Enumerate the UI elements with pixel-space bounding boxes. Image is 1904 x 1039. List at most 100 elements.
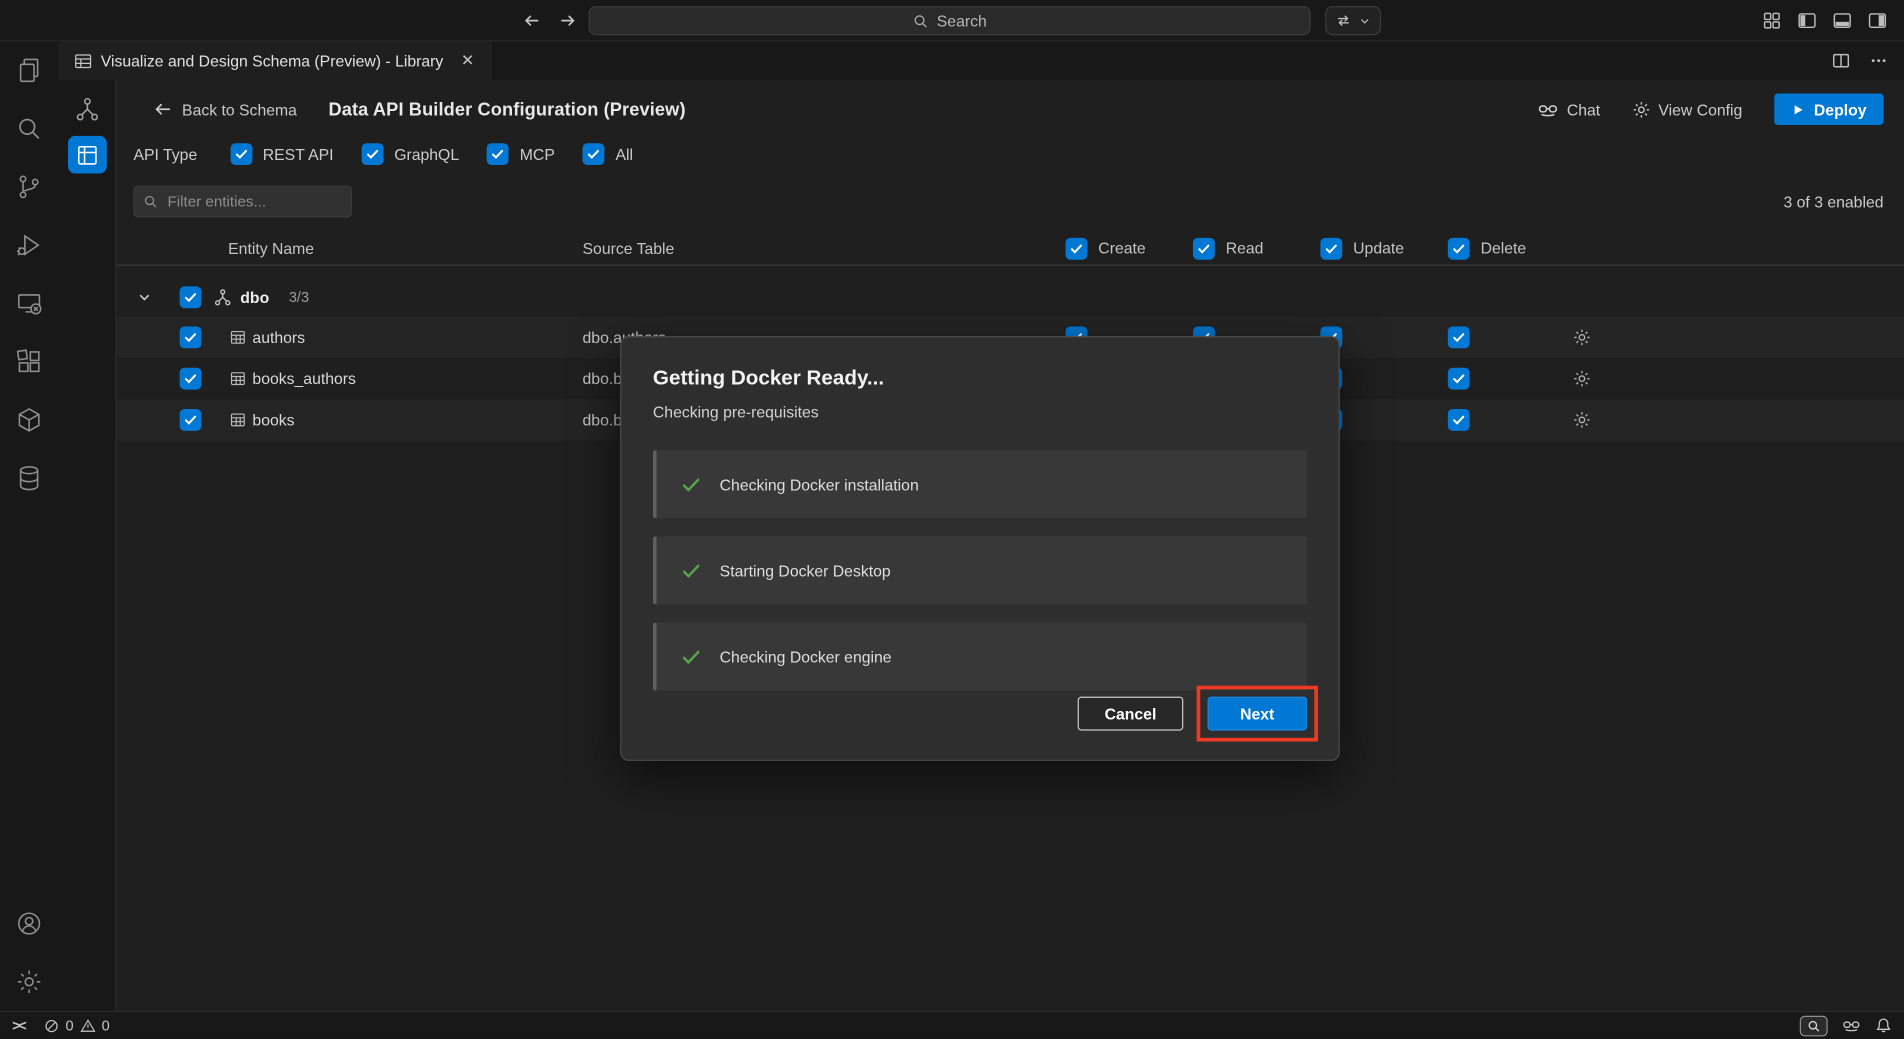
delete-column-label: Delete [1481,239,1527,257]
back-arrow-icon[interactable] [522,11,541,30]
step-docker-installation: Checking Docker installation [653,450,1307,518]
view-config-label: View Config [1658,100,1742,118]
notifications-bell-icon[interactable] [1875,1017,1892,1034]
update-column-checkbox[interactable] [1320,237,1342,259]
more-actions-icon[interactable] [1869,51,1888,70]
group-count: 3/3 [289,289,309,306]
toggle-secondary-sidebar-icon[interactable] [1868,11,1887,30]
source-control-icon[interactable] [0,158,58,216]
entity-name-column-header: Entity Name [228,239,314,257]
search-icon [912,13,928,29]
delete-column-checkbox[interactable] [1448,237,1470,259]
dialog-buttons: Cancel Next [1078,686,1318,742]
api-option-all[interactable]: All [583,143,633,165]
containers-icon[interactable] [0,391,58,449]
chat-button[interactable]: Chat [1538,99,1600,120]
api-option-graphql[interactable]: GraphQL [361,143,459,165]
graphql-checkbox[interactable] [361,143,383,165]
api-option-rest[interactable]: REST API [230,143,334,165]
view-config-button[interactable]: View Config [1632,100,1743,118]
run-debug-icon[interactable] [0,216,58,274]
back-to-schema-link[interactable]: Back to Schema [153,100,297,119]
activity-bar-bottom [0,894,58,1011]
api-option-mcp[interactable]: MCP [487,143,555,165]
customize-layout-icon[interactable] [1762,11,1781,30]
schema-designer-icon[interactable] [67,90,106,128]
toggle-panel-icon[interactable] [1833,11,1852,30]
mcp-checkbox[interactable] [487,143,509,165]
table-grid-icon [229,370,246,387]
step-docker-engine: Checking Docker engine [653,623,1307,691]
step-label: Checking Docker installation [720,475,919,493]
api-type-label: API Type [133,145,197,163]
deploy-button[interactable]: Deploy [1774,93,1884,125]
warning-count: 0 [102,1017,110,1034]
settings-gear-icon[interactable] [0,953,58,1011]
remote-explorer-icon[interactable] [0,274,58,332]
zoom-indicator[interactable] [1800,1015,1828,1036]
schema-group-row[interactable]: dbo 3/3 [117,278,1904,317]
group-checkbox[interactable] [180,286,202,308]
success-check-icon [681,560,702,581]
split-editor-icon[interactable] [1831,51,1850,70]
dab-configuration-icon[interactable] [67,136,106,174]
chevron-down-icon [1358,14,1371,27]
chat-label: Chat [1567,100,1600,118]
account-icon[interactable] [0,894,58,952]
delete-checkbox[interactable] [1448,409,1470,431]
activity-bar-top [0,41,58,507]
all-label: All [616,145,634,163]
forward-arrow-icon[interactable] [558,11,577,30]
activity-bar [0,41,58,1011]
read-column-checkbox[interactable] [1193,237,1215,259]
filter-entities-input[interactable] [133,186,351,218]
delete-checkbox[interactable] [1448,326,1470,348]
copilot-status-icon[interactable] [1842,1016,1860,1034]
tab-close-icon[interactable]: ✕ [457,50,479,72]
play-icon [1791,103,1804,116]
all-checkbox[interactable] [583,143,605,165]
back-link-label: Back to Schema [182,100,297,118]
update-column-label: Update [1353,239,1404,257]
row-settings-gear-icon[interactable] [1573,328,1591,346]
copilot-chat-icon [1538,99,1559,120]
toggle-primary-sidebar-icon[interactable] [1797,11,1816,30]
next-button[interactable]: Next [1207,697,1307,731]
entity-name: books_authors [252,370,355,388]
row-checkbox[interactable] [180,409,202,431]
row-checkbox[interactable] [180,368,202,390]
row-checkbox[interactable] [180,326,202,348]
success-check-icon [681,474,702,495]
database-icon[interactable] [0,449,58,507]
tab-visualize-design-schema[interactable]: Visualize and Design Schema (Preview) - … [58,41,492,80]
create-column-checkbox[interactable] [1066,237,1088,259]
remote-icon: >< [12,1017,24,1034]
mcp-label: MCP [520,145,555,163]
session-dropdown-button[interactable] [1325,6,1381,35]
vscode-window: Search [0,0,1904,1039]
rest-api-checkbox[interactable] [230,143,252,165]
filter-row: 3 of 3 enabled [133,186,1883,218]
extensions-icon[interactable] [0,333,58,391]
tab-label: Visualize and Design Schema (Preview) - … [101,52,444,70]
cancel-button[interactable]: Cancel [1078,697,1183,731]
entity-name: books [252,411,294,429]
search-command-center[interactable]: Search [589,6,1311,35]
row-settings-gear-icon[interactable] [1573,411,1591,429]
explorer-icon[interactable] [0,41,58,99]
collapse-chevron-icon[interactable] [136,289,153,306]
graphql-label: GraphQL [394,145,459,163]
remote-indicator[interactable]: >< [12,1017,24,1034]
search-view-icon[interactable] [0,100,58,158]
step-label: Starting Docker Desktop [720,561,891,579]
row-settings-gear-icon[interactable] [1573,370,1591,388]
problems-indicator[interactable]: 0 0 [44,1017,110,1034]
success-check-icon [681,646,702,667]
gear-icon [1632,100,1650,118]
header-actions: Chat View Config Deploy [1538,93,1884,125]
dialog-title: Getting Docker Ready... [653,367,1307,391]
step-docker-desktop: Starting Docker Desktop [653,536,1307,604]
tab-bar: Visualize and Design Schema (Preview) - … [58,41,1904,80]
rest-api-label: REST API [263,145,334,163]
delete-checkbox[interactable] [1448,368,1470,390]
